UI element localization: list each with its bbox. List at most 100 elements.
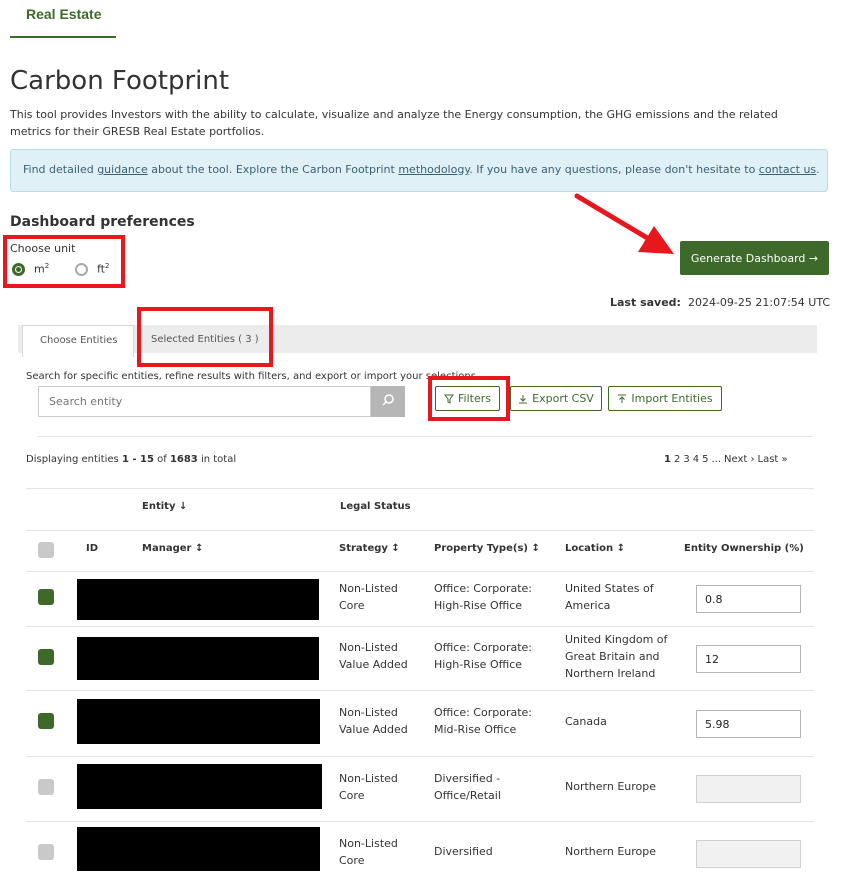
col-location-label: Location [565, 543, 614, 554]
contact-us-link[interactable]: contact us [759, 163, 816, 176]
redacted-block [77, 637, 319, 680]
strategy-line: Non-Listed [339, 772, 398, 785]
export-csv-label: Export CSV [532, 392, 594, 405]
pagination: 1 2 3 4 5... Next › Last » [664, 454, 791, 465]
display-suffix: in total [197, 454, 237, 465]
redacted-block [77, 579, 319, 620]
property-line: High-Rise Office [434, 658, 523, 671]
col-property-types[interactable]: Property Type(s) ↕ [434, 543, 540, 554]
row-checkbox[interactable] [38, 649, 54, 665]
methodology-link[interactable]: methodology [398, 163, 469, 176]
ownership-input [696, 840, 801, 868]
display-prefix: Displaying entities [26, 454, 122, 465]
property-line: Mid-Rise Office [434, 723, 517, 736]
sort-icon: ↕ [531, 543, 540, 554]
ownership-input [696, 775, 801, 803]
property-line: Office: Corporate: [434, 706, 533, 719]
row-divider [26, 626, 814, 627]
next-page-link[interactable]: Next › [724, 454, 754, 465]
row-checkbox[interactable] [38, 779, 54, 795]
strategy-cell: Non-Listed Core [339, 580, 398, 614]
page-link-4[interactable]: 4 [693, 454, 699, 465]
import-entities-button[interactable]: Import Entities [608, 386, 722, 411]
last-saved: Last saved: 2024-09-25 21:07:54 UTC [610, 296, 830, 309]
col-id: ID [86, 543, 99, 554]
strategy-cell: Non-Listed Core [339, 835, 398, 869]
tab-choose-entities-label: Choose Entities [40, 335, 118, 346]
nav-tab-real-estate[interactable]: Real Estate [10, 0, 116, 38]
nav-tab-label: Real Estate [26, 6, 102, 22]
group-header-divider [26, 530, 814, 531]
page-link-5[interactable]: 5 [702, 454, 708, 465]
ownership-input[interactable] [696, 710, 801, 738]
location-cell: Northern Europe [565, 778, 656, 795]
property-line: Office: Corporate: [434, 582, 533, 595]
last-saved-label: Last saved: [610, 296, 681, 309]
page-link-1[interactable]: 1 [664, 454, 671, 465]
select-all-checkbox[interactable] [38, 542, 54, 558]
ownership-input[interactable] [696, 645, 801, 673]
page-link-3[interactable]: 3 [683, 454, 689, 465]
location-line: United Kingdom of [565, 633, 668, 646]
page-ellipsis: ... [711, 454, 722, 465]
row-checkbox[interactable] [38, 844, 54, 860]
strategy-line: Non-Listed [339, 582, 398, 595]
row-divider [26, 756, 814, 757]
location-line: America [565, 599, 611, 612]
generate-dashboard-button[interactable]: Generate Dashboard → [680, 241, 829, 275]
redacted-block [77, 699, 320, 744]
property-type-cell: Diversified [434, 843, 493, 860]
row-divider [26, 690, 814, 691]
upload-icon [618, 394, 627, 403]
property-line: Office: Corporate: [434, 641, 533, 654]
highlight-unit-box [3, 235, 125, 288]
property-line: Diversified - [434, 772, 501, 785]
row-checkbox[interactable] [38, 713, 54, 729]
location-cell: Canada [565, 713, 607, 730]
strategy-line: Non-Listed [339, 641, 398, 654]
redacted-block [77, 764, 322, 809]
col-strategy[interactable]: Strategy ↕ [339, 543, 400, 554]
property-type-cell: Office: Corporate: High-Rise Office [434, 580, 532, 614]
info-text-3: . If you have any questions, please don'… [469, 163, 759, 176]
location-cell: Northern Europe [565, 843, 656, 860]
ownership-input[interactable] [696, 585, 801, 613]
entity-group-label: Entity [142, 501, 176, 512]
location-cell: United Kingdom of Great Britain and Northe… [565, 631, 667, 682]
row-checkbox[interactable] [38, 589, 54, 605]
display-count: Displaying entities 1 - 15 of 1683 in to… [26, 454, 236, 465]
page-description: This tool provides Investors with the ab… [10, 108, 778, 138]
info-text-1: Find detailed [23, 163, 98, 176]
tab-choose-entities[interactable]: Choose Entities [22, 325, 134, 357]
info-banner: Find detailed guidance about the tool. E… [10, 149, 828, 192]
download-icon [519, 394, 528, 403]
sort-icon: ↕ [616, 543, 625, 554]
export-csv-button[interactable]: Export CSV [510, 386, 602, 411]
legal-status-group-header: Legal Status [340, 501, 411, 512]
info-text-2: about the tool. Explore the Carbon Footp… [147, 163, 399, 176]
page-link-2[interactable]: 2 [674, 454, 680, 465]
search-input[interactable] [38, 386, 371, 417]
search-icon [382, 394, 394, 406]
col-ownership: Entity Ownership (%) [684, 543, 804, 554]
last-saved-value: 2024-09-25 21:07:54 UTC [687, 296, 831, 309]
property-type-cell: Office: Corporate: Mid-Rise Office [434, 704, 532, 738]
entity-group-header[interactable]: Entity ↓ [142, 501, 187, 512]
last-page-link[interactable]: Last » [758, 454, 788, 465]
highlight-arrow [574, 193, 674, 254]
search-button[interactable] [371, 386, 405, 417]
sort-icon: ↕ [194, 543, 204, 554]
table-top-divider [26, 488, 814, 489]
page-title: Carbon Footprint [10, 66, 230, 96]
col-location[interactable]: Location ↕ [565, 543, 625, 554]
strategy-line: Value Added [339, 723, 408, 736]
strategy-line: Value Added [339, 658, 408, 671]
location-line: Canada [565, 715, 607, 728]
col-manager[interactable]: Manager ↕ [142, 543, 203, 554]
guidance-link[interactable]: guidance [97, 163, 148, 176]
col-manager-label: Manager [142, 543, 192, 554]
property-type-cell: Office: Corporate: High-Rise Office [434, 639, 532, 673]
toolbar-divider [38, 436, 812, 437]
strategy-line: Core [339, 789, 365, 802]
display-total: 1683 [169, 454, 198, 465]
